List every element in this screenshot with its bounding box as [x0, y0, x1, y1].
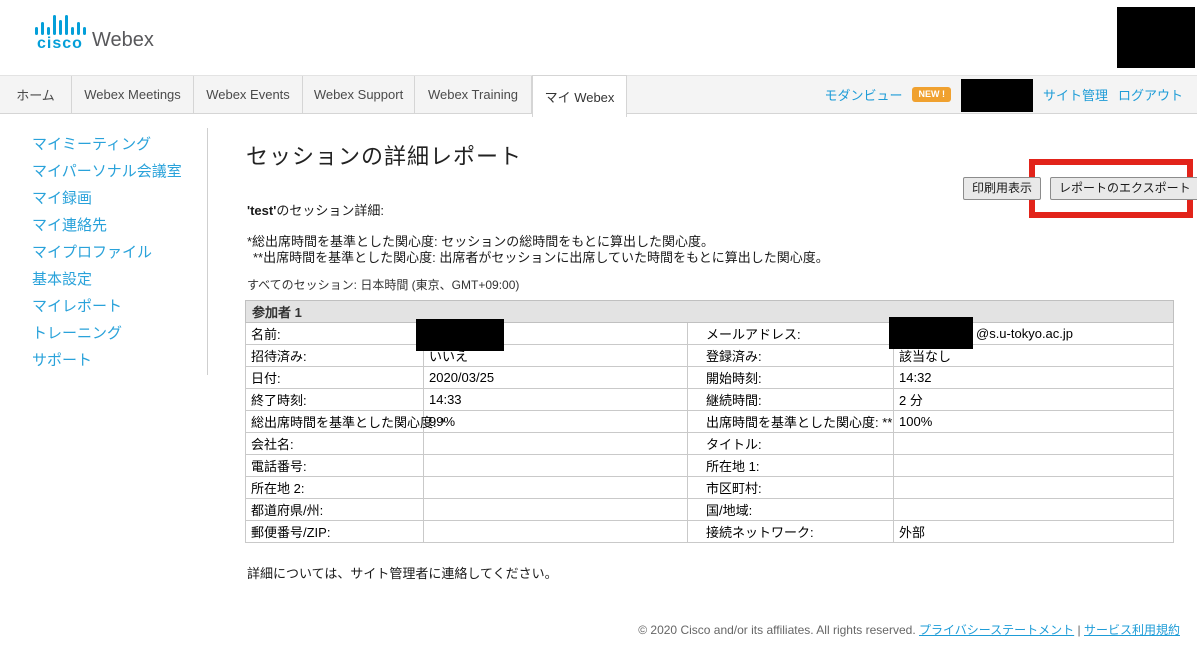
sidebar-item[interactable]: 基本設定	[32, 266, 182, 293]
footer-separator: |	[1078, 623, 1081, 637]
sidebar-item[interactable]: マイミーティング	[32, 131, 182, 158]
cell-value	[424, 433, 688, 455]
cell-value	[424, 521, 688, 543]
modern-view-link[interactable]: モダンビュー	[824, 85, 902, 104]
contact-admin-note: 詳細については、サイト管理者に連絡してください。	[247, 563, 558, 582]
export-report-button[interactable]: レポートのエクスポート	[1050, 177, 1197, 200]
cell-label: 電話番号:	[246, 455, 424, 477]
webex-classic-page: cisco Webex ホームWebex MeetingsWebex Event…	[0, 0, 1197, 646]
cell-value: 100%	[894, 411, 1174, 433]
cell-value	[424, 455, 688, 477]
sidebar-item[interactable]: マイレポート	[32, 293, 182, 320]
cell-label: 開始時刻:	[688, 367, 894, 389]
sidebar-item[interactable]: マイ連絡先	[32, 212, 182, 239]
cell-value	[894, 433, 1174, 455]
print-view-button[interactable]: 印刷用表示	[963, 177, 1041, 200]
sidebar-nav: マイミーティングマイパーソナル会議室マイ録画マイ連絡先マイプロファイル基本設定マ…	[32, 131, 182, 374]
tab-ホーム[interactable]: ホーム	[0, 76, 72, 113]
cell-value	[894, 477, 1174, 499]
tab-webex-events[interactable]: Webex Events	[194, 76, 303, 113]
cell-label: 所在地 2:	[246, 477, 424, 499]
copyright-text: © 2020 Cisco and/or its affiliates. All …	[638, 623, 915, 637]
cell-label: 会社名:	[246, 433, 424, 455]
cell-value: @s.u-tokyo.ac.jp	[894, 323, 1174, 345]
cell-label: 終了時刻:	[246, 389, 424, 411]
participant-table-body: 名前: メールアドレス:@s.u-tokyo.ac.jp招待済み:いいえ登録済み:…	[246, 323, 1174, 543]
sidebar-divider	[207, 128, 208, 375]
session-name: 'test'	[247, 203, 276, 218]
top-nav-right: モダンビュー NEW ! サイト管理 ログアウト	[824, 76, 1183, 113]
participant-header: 参加者 1	[246, 301, 1174, 323]
redacted-user-info-box	[1117, 7, 1195, 68]
webex-logo-text: Webex	[92, 29, 154, 52]
cisco-logo-text: cisco	[37, 35, 83, 53]
table-row: 名前: メールアドレス:@s.u-tokyo.ac.jp	[246, 323, 1174, 345]
tab-webex-training[interactable]: Webex Training	[415, 76, 532, 113]
cell-label: 継続時間:	[688, 389, 894, 411]
cell-value	[424, 323, 688, 345]
cell-value	[424, 477, 688, 499]
cell-value	[894, 455, 1174, 477]
participant-table: 参加者 1 名前: メールアドレス:@s.u-tokyo.ac.jp招待済み:いい…	[245, 300, 1174, 543]
cisco-logo-icon	[35, 13, 87, 35]
tab-マイ-webex[interactable]: マイ Webex	[532, 75, 627, 117]
cell-label: 日付:	[246, 367, 424, 389]
table-row: 終了時刻:14:33継続時間:2 分	[246, 389, 1174, 411]
table-row: 日付:2020/03/25開始時刻:14:32	[246, 367, 1174, 389]
sidebar-item[interactable]: マイプロファイル	[32, 239, 182, 266]
table-header-row: 参加者 1	[246, 301, 1174, 323]
cell-label: 出席時間を基準とした関心度: **	[688, 411, 894, 433]
table-row: 所在地 2: 市区町村:	[246, 477, 1174, 499]
cell-label: 登録済み:	[688, 345, 894, 367]
page-title: セッションの詳細レポート	[246, 139, 522, 171]
cell-label: タイトル:	[688, 433, 894, 455]
cell-value	[424, 499, 688, 521]
report-actions: 印刷用表示 レポートのエクスポート	[963, 177, 1197, 200]
table-row: 都道府県/州: 国/地域:	[246, 499, 1174, 521]
cell-label: 都道府県/州:	[246, 499, 424, 521]
sidebar-item[interactable]: マイパーソナル会議室	[32, 158, 182, 185]
tab-webex-meetings[interactable]: Webex Meetings	[72, 76, 194, 113]
privacy-statement-link[interactable]: プライバシーステートメント	[919, 623, 1074, 637]
terms-of-service-link[interactable]: サービス利用規約	[1084, 623, 1180, 637]
cell-value: 14:33	[424, 389, 688, 411]
cell-label: 市区町村:	[688, 477, 894, 499]
session-subtitle: 'test'のセッション詳細:	[247, 200, 384, 219]
session-subtitle-suffix: のセッション詳細:	[276, 203, 384, 218]
cell-label: 名前:	[246, 323, 424, 345]
sidebar-item[interactable]: トレーニング	[32, 320, 182, 347]
cell-value: 99%	[424, 411, 688, 433]
header: cisco Webex	[0, 0, 1197, 75]
cell-value: 2 分	[894, 389, 1174, 411]
table-row: 郵便番号/ZIP: 接続ネットワーク:外部	[246, 521, 1174, 543]
attention-note-2: **出席時間を基準とした関心度: 出席者がセッションに出席していた時間をもとに算…	[253, 247, 829, 266]
footer: © 2020 Cisco and/or its affiliates. All …	[638, 621, 1180, 638]
cell-label: 総出席時間を基準とした関心度: *	[246, 411, 424, 433]
cell-value: 2020/03/25	[424, 367, 688, 389]
cell-label: メールアドレス:	[688, 323, 894, 345]
sidebar-item[interactable]: サポート	[32, 347, 182, 374]
redacted-email-box	[889, 317, 973, 349]
cell-value: 14:32	[894, 367, 1174, 389]
cell-label: 招待済み:	[246, 345, 424, 367]
cell-label: 国/地域:	[688, 499, 894, 521]
new-badge: NEW !	[912, 87, 951, 102]
table-row: 電話番号: 所在地 1:	[246, 455, 1174, 477]
table-row: 会社名: タイトル:	[246, 433, 1174, 455]
table-row: 総出席時間を基準とした関心度: *99%出席時間を基準とした関心度: **100…	[246, 411, 1174, 433]
cell-label: 所在地 1:	[688, 455, 894, 477]
redacted-name-box	[416, 319, 504, 351]
logout-link[interactable]: ログアウト	[1118, 85, 1183, 104]
cell-label: 郵便番号/ZIP:	[246, 521, 424, 543]
tab-webex-support[interactable]: Webex Support	[303, 76, 415, 113]
table-row: 招待済み:いいえ登録済み:該当なし	[246, 345, 1174, 367]
sidebar-item[interactable]: マイ録画	[32, 185, 182, 212]
timezone-note: すべてのセッション: 日本時間 (東京、GMT+09:00)	[247, 276, 519, 293]
cell-value	[894, 499, 1174, 521]
site-admin-link[interactable]: サイト管理	[1043, 85, 1108, 104]
tab-bar: ホームWebex MeetingsWebex EventsWebex Suppo…	[0, 75, 1197, 114]
cell-label: 接続ネットワーク:	[688, 521, 894, 543]
cell-value: 外部	[894, 521, 1174, 543]
redacted-username-box	[961, 79, 1033, 112]
